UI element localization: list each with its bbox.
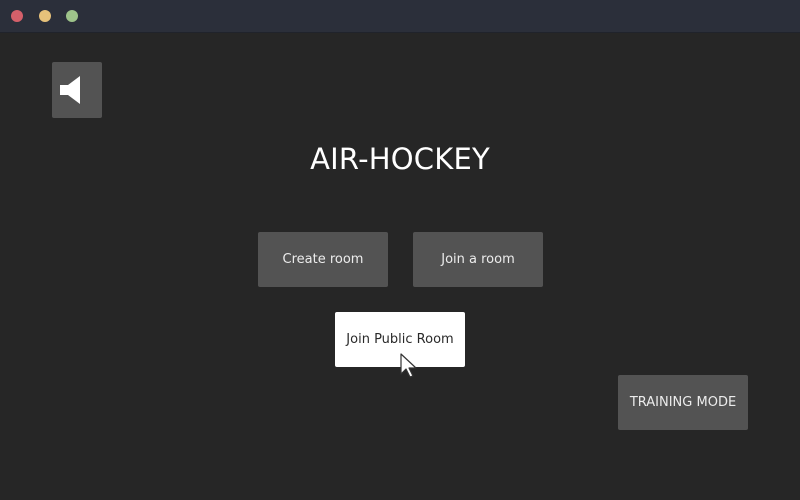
mouse-cursor-icon xyxy=(400,353,417,378)
close-window-button[interactable] xyxy=(11,10,23,22)
join-room-button[interactable]: Join a room xyxy=(413,232,543,287)
app-window: AIR-HOCKEY Create room Join a room Join … xyxy=(0,0,800,500)
title-bar xyxy=(0,0,800,33)
maximize-window-button[interactable] xyxy=(66,10,78,22)
sound-toggle-button[interactable] xyxy=(52,62,102,118)
minimize-window-button[interactable] xyxy=(39,10,51,22)
speaker-icon xyxy=(60,76,80,104)
game-menu: AIR-HOCKEY Create room Join a room Join … xyxy=(0,33,800,500)
game-title: AIR-HOCKEY xyxy=(310,142,490,176)
training-mode-button[interactable]: TRAINING MODE xyxy=(618,375,748,430)
create-room-button[interactable]: Create room xyxy=(258,232,388,287)
